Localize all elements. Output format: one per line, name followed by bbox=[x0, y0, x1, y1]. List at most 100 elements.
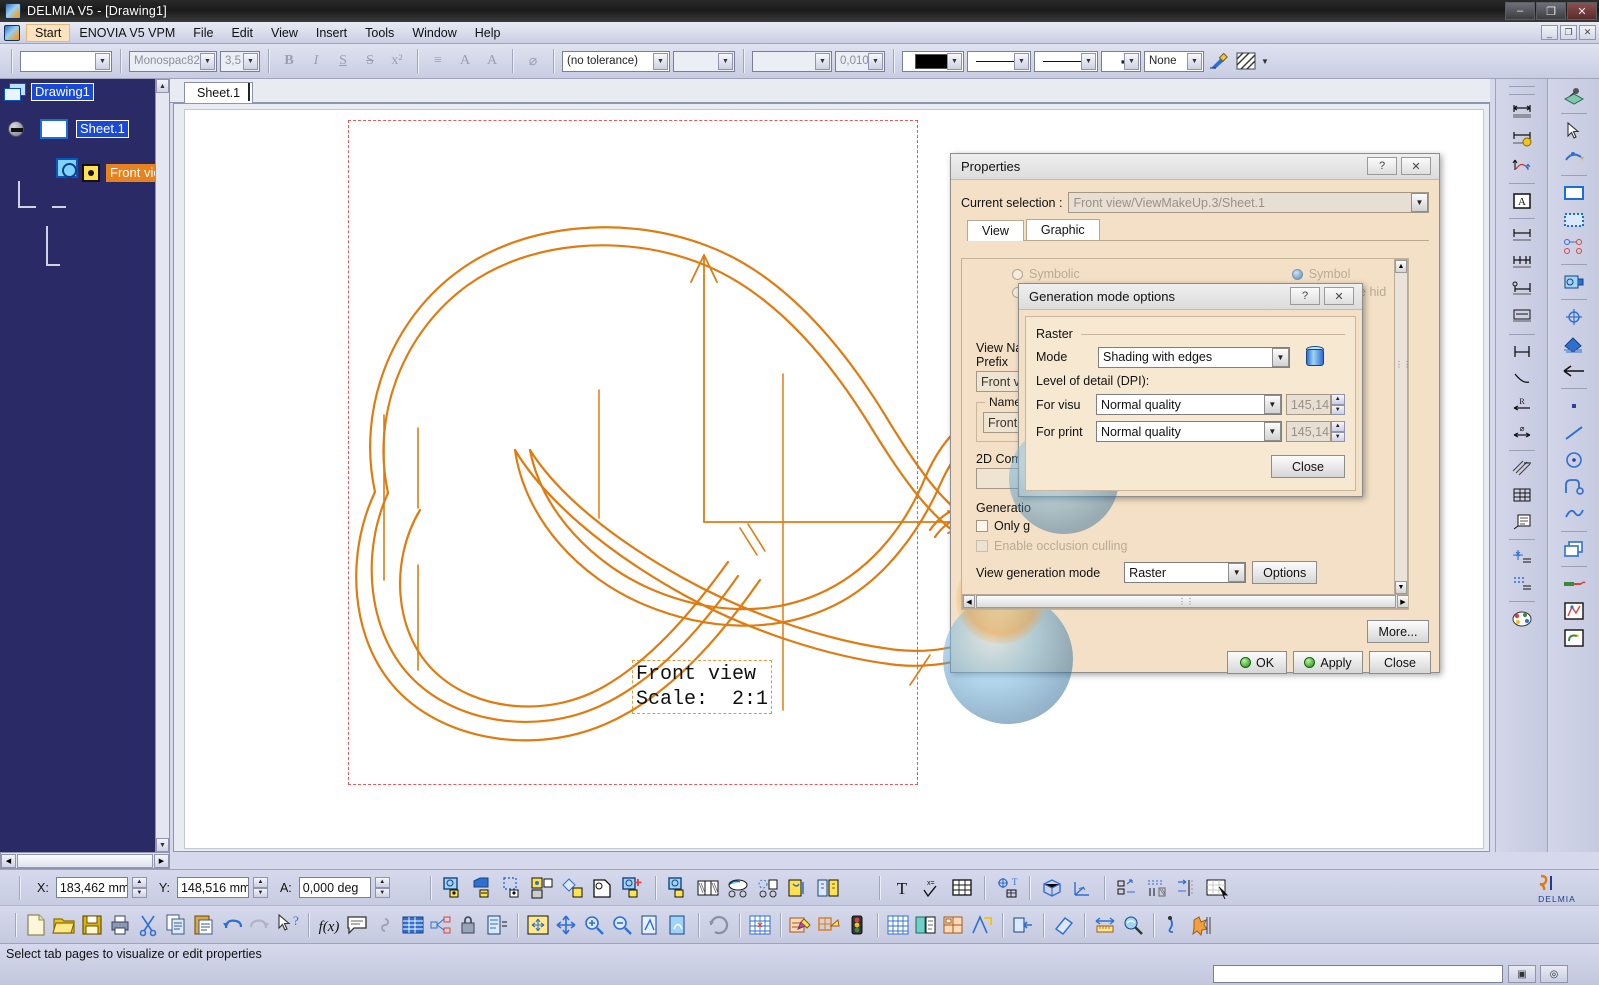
checkbox-only-generate[interactable] bbox=[976, 520, 988, 532]
tab-sheet1[interactable]: Sheet.1 bbox=[184, 82, 254, 104]
link-icon[interactable] bbox=[372, 912, 398, 938]
cumulated-dimension-icon[interactable] bbox=[1507, 304, 1537, 330]
axis-system-icon[interactable] bbox=[1507, 544, 1537, 570]
line-element-icon[interactable] bbox=[1559, 420, 1589, 446]
scroll-left-icon[interactable]: ◀ bbox=[963, 595, 975, 608]
precision-combo[interactable]: 0,0100 ▼ bbox=[835, 50, 885, 72]
chevron-down-icon[interactable]: ▼ bbox=[868, 52, 883, 70]
tolerance-stack-icon[interactable] bbox=[1559, 571, 1589, 597]
save-file-icon[interactable] bbox=[79, 912, 105, 938]
anchor-text-icon[interactable]: A bbox=[453, 49, 477, 73]
pattern-combo[interactable]: None ▼ bbox=[1144, 50, 1204, 72]
apply-button[interactable]: Apply bbox=[1293, 651, 1363, 674]
y-coordinate-stepper[interactable]: ▲ ▼ bbox=[252, 877, 268, 898]
drafting-grid-icon[interactable] bbox=[885, 912, 911, 938]
design-table-icon[interactable] bbox=[400, 912, 426, 938]
spin-down-icon[interactable]: ▼ bbox=[1330, 431, 1345, 442]
new-file-icon[interactable] bbox=[23, 912, 49, 938]
menu-item-window[interactable]: Window bbox=[403, 24, 465, 42]
profile-element-icon[interactable] bbox=[1559, 474, 1589, 500]
aligned-section-icon[interactable] bbox=[725, 875, 751, 901]
spin-down-icon[interactable]: ▼ bbox=[252, 887, 268, 898]
current-selection-field[interactable]: Front view/ViewMakeUp.3/Sheet.1 ▼ bbox=[1068, 192, 1429, 213]
detail-view-icon[interactable] bbox=[500, 875, 526, 901]
scroll-right-icon[interactable]: ▶ bbox=[154, 853, 169, 868]
window-maximize-button[interactable]: ❐ bbox=[1536, 2, 1566, 20]
detail-sheet-icon[interactable] bbox=[941, 912, 967, 938]
scroll-down-icon[interactable]: ▼ bbox=[156, 838, 169, 852]
axis-3d-icon[interactable] bbox=[1069, 875, 1095, 901]
dimension-system-icon[interactable] bbox=[913, 912, 939, 938]
new-view-icon[interactable] bbox=[440, 875, 466, 901]
datum-dimension-icon[interactable] bbox=[1507, 277, 1537, 303]
menu-item-tools[interactable]: Tools bbox=[356, 24, 403, 42]
multi-view-icon[interactable] bbox=[665, 912, 691, 938]
spin-down-icon[interactable]: ▼ bbox=[1330, 404, 1345, 415]
eraser-icon[interactable] bbox=[1051, 912, 1077, 938]
zoom-in-icon[interactable] bbox=[581, 912, 607, 938]
symbolic-option-row[interactable]: Symbolic Symbol bbox=[1012, 267, 1408, 281]
tree-label-drawing[interactable]: Drawing1 bbox=[31, 83, 94, 101]
update-icon[interactable] bbox=[706, 912, 732, 938]
point-element-icon[interactable] bbox=[1559, 393, 1589, 419]
transform-icon[interactable] bbox=[969, 912, 995, 938]
select-area-icon[interactable] bbox=[1559, 207, 1589, 233]
spin-up-icon[interactable]: ▲ bbox=[1330, 394, 1345, 405]
arrow-left-icon[interactable] bbox=[1559, 358, 1589, 384]
undo-icon[interactable] bbox=[219, 912, 245, 938]
tolerance-symbol-icon[interactable]: ⌀ bbox=[521, 49, 545, 73]
status-zoom-button[interactable]: ◎ bbox=[1540, 965, 1568, 983]
section-view-icon[interactable] bbox=[1559, 269, 1589, 295]
clipping-view-icon[interactable] bbox=[785, 875, 811, 901]
font-size-combo[interactable]: 3,5 ▼ bbox=[220, 50, 260, 72]
x-coordinate-field[interactable]: 183,462 mm bbox=[55, 877, 128, 898]
scroll-up-icon[interactable]: ▲ bbox=[156, 79, 169, 93]
chamfer-dimension-icon[interactable] bbox=[1507, 153, 1537, 179]
snap-to-point-icon[interactable] bbox=[1010, 912, 1036, 938]
view-annotation-label[interactable]: Front view Scale: 2:1 bbox=[632, 660, 773, 714]
scroll-up-icon[interactable]: ▲ bbox=[1395, 260, 1407, 273]
circle-element-icon[interactable] bbox=[1559, 447, 1589, 473]
menu-item-edit[interactable]: Edit bbox=[222, 24, 262, 42]
menu-item-help[interactable]: Help bbox=[466, 24, 510, 42]
isometric-view-icon[interactable] bbox=[1039, 875, 1065, 901]
chevron-down-icon[interactable]: ▼ bbox=[1081, 52, 1096, 70]
align-elements-icon[interactable] bbox=[1114, 875, 1140, 901]
tab-graphic[interactable]: Graphic bbox=[1025, 219, 1100, 240]
normal-view-icon[interactable] bbox=[637, 912, 663, 938]
comment-icon[interactable] bbox=[344, 912, 370, 938]
view-generation-mode-row[interactable]: View generation mode Raster ▼ Options bbox=[976, 561, 1408, 584]
formula-icon[interactable]: f(x) bbox=[316, 912, 342, 938]
tree-node-drawing[interactable]: Drawing1 bbox=[4, 83, 94, 101]
menu-item-enovia[interactable]: ENOVIA V5 VPM bbox=[70, 24, 184, 42]
spin-up-icon[interactable]: ▲ bbox=[374, 877, 390, 888]
for-visu-row[interactable]: For visu Normal quality ▼ 145,14 ▲ ▼ bbox=[1036, 394, 1345, 415]
for-print-dpi-field[interactable]: 145,14 bbox=[1285, 421, 1331, 442]
scroll-down-icon[interactable]: ▼ bbox=[1395, 581, 1407, 594]
generation-close-button[interactable]: Close bbox=[1271, 455, 1345, 478]
windows-cascade-icon[interactable] bbox=[1559, 536, 1589, 562]
options-button[interactable]: Options bbox=[1252, 561, 1318, 584]
strikethrough-button[interactable]: S bbox=[358, 49, 382, 73]
chevron-down-icon[interactable]: ▼ bbox=[653, 52, 668, 70]
angle-dimension-icon[interactable] bbox=[1507, 366, 1537, 392]
zoom-out-icon[interactable] bbox=[609, 912, 635, 938]
diameter-dimension-icon[interactable]: ⌀ bbox=[1507, 420, 1537, 446]
dimension-icon[interactable] bbox=[1507, 99, 1537, 125]
detail-callout-icon[interactable] bbox=[755, 875, 781, 901]
whats-this-help-icon[interactable]: ? bbox=[275, 912, 301, 938]
view-wizard-icon[interactable] bbox=[815, 875, 841, 901]
align-button[interactable]: ≡ bbox=[426, 49, 450, 73]
point-style-combo[interactable]: ▪ ▼ bbox=[1101, 50, 1141, 72]
paintbrush-icon[interactable] bbox=[1207, 49, 1231, 73]
menu-item-view[interactable]: View bbox=[262, 24, 307, 42]
mdi-minimize-button[interactable]: _ bbox=[1541, 25, 1558, 40]
checkbox-occlusion-culling[interactable] bbox=[976, 540, 988, 552]
tree-horizontal-scrollbar[interactable]: ◀ ▶ bbox=[0, 852, 170, 869]
measure-distance-icon[interactable] bbox=[1092, 912, 1118, 938]
constraint-tools-icon[interactable] bbox=[816, 912, 842, 938]
status-command-input[interactable] bbox=[1213, 965, 1503, 983]
font-name-combo[interactable]: Monospac821 ▼ bbox=[129, 50, 217, 72]
ok-button[interactable]: OK bbox=[1227, 651, 1287, 674]
chevron-down-icon[interactable]: ▼ bbox=[1263, 395, 1281, 414]
